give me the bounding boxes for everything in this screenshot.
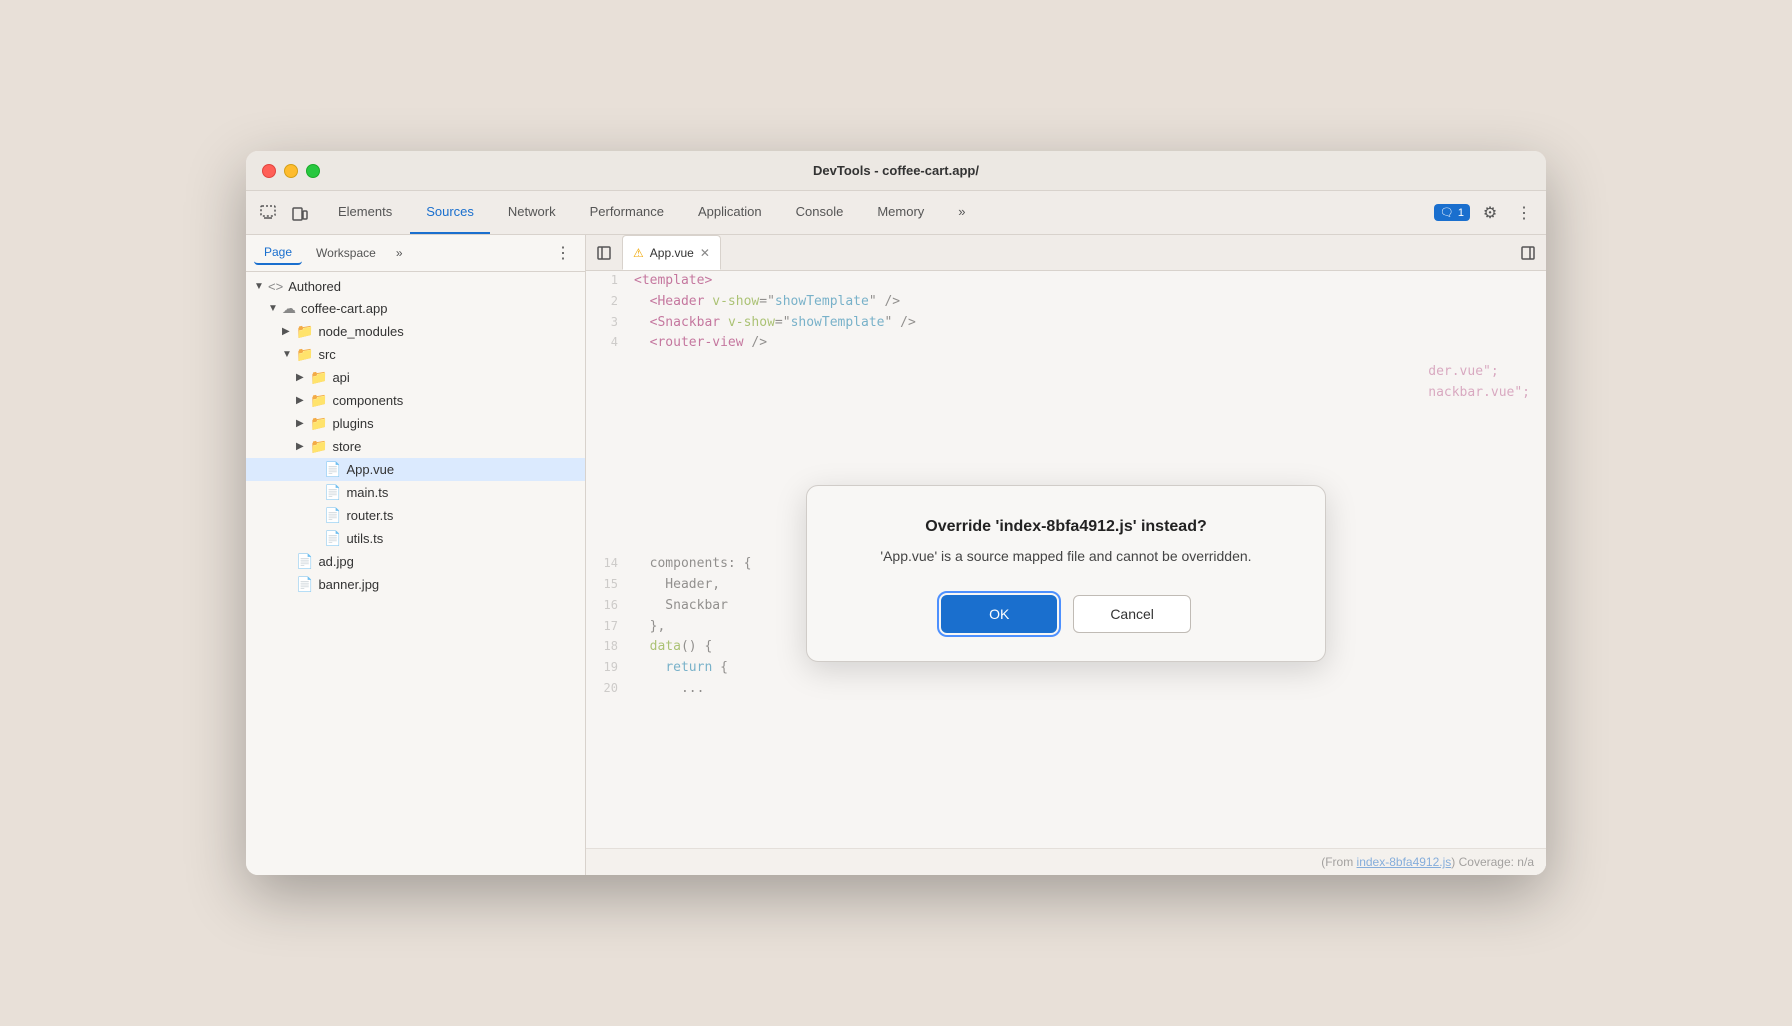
code-tabs-bar: ⚠ App.vue ✕ (586, 235, 1546, 271)
close-tab-icon[interactable]: ✕ (700, 246, 710, 260)
sidebar-right-toggle-icon[interactable] (1514, 239, 1542, 267)
tab-console[interactable]: Console (780, 191, 860, 234)
maximize-button[interactable] (306, 164, 320, 178)
toolbar-right: 🗨 1 ⚙ ⋮ (1434, 199, 1538, 227)
tree-root[interactable]: ▼ ☁ coffee-cart.app (246, 297, 585, 320)
sidebar-tree: ▼ <> Authored ▼ ☁ coffee-cart.app ▶ 📁 no… (246, 272, 585, 875)
sidebar-tabs: Page Workspace » ⋮ (246, 235, 585, 272)
devtools-window: DevTools - coffee-cart.app/ Elements (246, 151, 1546, 875)
console-badge[interactable]: 🗨 1 (1434, 204, 1470, 221)
close-button[interactable] (262, 164, 276, 178)
toolbar: Elements Sources Network Performance App… (246, 191, 1546, 235)
settings-icon[interactable]: ⚙ (1476, 199, 1504, 227)
dialog-buttons: OK Cancel (847, 595, 1285, 633)
tree-app-vue[interactable]: 📄 App.vue (246, 458, 585, 481)
sidebar-menu-icon[interactable]: ⋮ (549, 241, 577, 265)
sidebar-tab-workspace[interactable]: Workspace (306, 242, 386, 264)
tab-network[interactable]: Network (492, 191, 572, 234)
dialog-ok-button[interactable]: OK (941, 595, 1057, 633)
code-tab-right (1514, 239, 1542, 267)
tree-main-ts[interactable]: 📄 main.ts (246, 481, 585, 504)
dialog-cancel-button[interactable]: Cancel (1073, 595, 1191, 633)
sidebar-toggle-icon[interactable] (590, 239, 618, 267)
dialog-overlay: Override 'index-8bfa4912.js' instead? 'A… (586, 271, 1546, 875)
tree-plugins[interactable]: ▶ 📁 plugins (246, 412, 585, 435)
tab-application[interactable]: Application (682, 191, 778, 234)
tree-components[interactable]: ▶ 📁 components (246, 389, 585, 412)
tree-node-modules[interactable]: ▶ 📁 node_modules (246, 320, 585, 343)
title-bar: DevTools - coffee-cart.app/ (246, 151, 1546, 191)
code-file-tab-app-vue[interactable]: ⚠ App.vue ✕ (622, 235, 721, 270)
tree-store[interactable]: ▶ 📁 store (246, 435, 585, 458)
dialog-box: Override 'index-8bfa4912.js' instead? 'A… (806, 485, 1326, 662)
tab-elements[interactable]: Elements (322, 191, 408, 234)
main-area: Page Workspace » ⋮ ▼ <> Authored ▼ (246, 235, 1546, 875)
inspect-icon[interactable] (254, 199, 282, 227)
tree-api[interactable]: ▶ 📁 api (246, 366, 585, 389)
sidebar-tab-more[interactable]: » (390, 242, 409, 264)
dialog-title: Override 'index-8bfa4912.js' instead? (847, 518, 1285, 536)
code-panel: ⚠ App.vue ✕ (586, 235, 1546, 875)
window-title: DevTools - coffee-cart.app/ (813, 163, 979, 178)
tree-authored[interactable]: ▼ <> Authored (246, 276, 585, 297)
dialog-description: 'App.vue' is a source mapped file and ca… (847, 546, 1285, 567)
device-icon[interactable] (286, 199, 314, 227)
traffic-lights (262, 164, 320, 178)
sidebar: Page Workspace » ⋮ ▼ <> Authored ▼ (246, 235, 586, 875)
tab-performance[interactable]: Performance (574, 191, 680, 234)
tree-router-ts[interactable]: 📄 router.ts (246, 504, 585, 527)
tab-more[interactable]: » (942, 191, 981, 234)
tree-ad-jpg[interactable]: 📄 ad.jpg (246, 550, 585, 573)
toolbar-icons (254, 199, 314, 227)
more-options-icon[interactable]: ⋮ (1510, 199, 1538, 227)
tree-src[interactable]: ▼ 📁 src (246, 343, 585, 366)
toolbar-tabs: Elements Sources Network Performance App… (322, 191, 982, 234)
tree-banner-jpg[interactable]: 📄 banner.jpg (246, 573, 585, 596)
sidebar-tab-page[interactable]: Page (254, 241, 302, 265)
tab-sources[interactable]: Sources (410, 191, 490, 234)
warning-icon: ⚠ (633, 246, 644, 260)
tab-memory[interactable]: Memory (861, 191, 940, 234)
tree-utils-ts[interactable]: 📄 utils.ts (246, 527, 585, 550)
minimize-button[interactable] (284, 164, 298, 178)
